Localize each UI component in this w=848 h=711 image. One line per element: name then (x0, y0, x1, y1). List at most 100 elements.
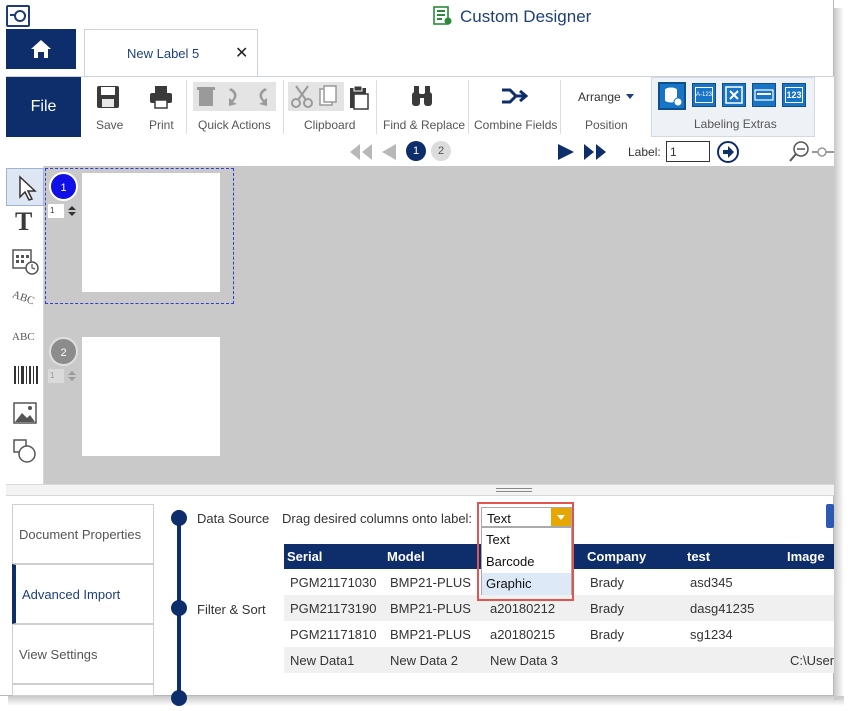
drag-columns-hint: Drag desired columns onto label: (282, 511, 473, 526)
find-replace-label: Find & Replace (383, 118, 466, 132)
barcode-icon (14, 366, 38, 384)
ribbon-separator (560, 80, 561, 134)
datetime-tool[interactable] (6, 242, 44, 280)
curved-text-tool[interactable]: ABC (6, 280, 44, 318)
next-last-page-icons[interactable] (556, 142, 608, 162)
close-tab-icon[interactable]: ✕ (235, 43, 248, 63)
step-filter-sort-dot (171, 600, 187, 616)
table-cell: BMP21-PLUS (390, 627, 471, 642)
label-2-copies[interactable]: 1 (48, 369, 64, 383)
quick-actions-icons[interactable] (193, 82, 276, 111)
label-1-copies[interactable]: 1 (48, 204, 64, 218)
table-cell: a20180212 (490, 601, 556, 616)
arrange-dropdown[interactable]: Arrange (578, 90, 621, 104)
label-1-copies-stepper-icon[interactable] (66, 204, 78, 218)
table-cell: PGM21171030 (290, 575, 377, 590)
table-row: PGM21171810 BMP21-PLUS a20180215 Brady s… (284, 621, 834, 647)
table-cell: asd345 (690, 575, 733, 590)
curved-text-icon: ABC (10, 288, 36, 308)
tab-view-settings[interactable]: View Settings (12, 624, 154, 684)
serialize-icon: A-123 (695, 87, 713, 103)
table-cell: Brady (590, 627, 624, 642)
ribbon-separator (283, 80, 284, 134)
calendar-clock-icon (12, 249, 39, 275)
tab-more[interactable] (12, 684, 154, 696)
ribbon-separator (376, 80, 377, 134)
ribbon-separator (468, 80, 469, 134)
step-next-dot (171, 690, 187, 706)
column-header-company[interactable]: Company (587, 549, 646, 564)
text-tool[interactable]: T (6, 204, 44, 242)
arrange-chevron-down-icon[interactable] (626, 94, 634, 100)
picture-tool[interactable] (6, 394, 44, 432)
ribbon-separator (186, 80, 187, 134)
table-cell: PGM21173190 (290, 601, 377, 616)
combine-fields-icon[interactable] (500, 86, 528, 106)
serialize-button[interactable]: A-123 (692, 83, 716, 107)
label-2-preview[interactable] (82, 337, 220, 456)
tab-document-properties[interactable]: Document Properties (12, 504, 154, 564)
numbering-icon: 123 (785, 87, 803, 103)
table-cell: dasg41235 (690, 601, 755, 616)
column-header-image[interactable]: Image (787, 549, 825, 564)
column-header-test[interactable]: test (687, 549, 710, 564)
fit-text-tool[interactable]: ABC (6, 318, 44, 356)
page-2-indicator[interactable]: 2 (431, 141, 451, 161)
zoom-out-icon[interactable] (788, 140, 834, 164)
designer-icon (433, 6, 452, 25)
window-shadow-bottom (8, 696, 844, 706)
home-button[interactable] (6, 29, 76, 69)
print-icon[interactable] (148, 84, 174, 110)
first-prev-page-icons[interactable] (348, 142, 400, 162)
side-scroll-handle[interactable] (826, 504, 834, 528)
label-2-copies-stepper-icon[interactable] (66, 369, 78, 383)
tab-new-label[interactable]: New Label 5 ✕ (84, 29, 258, 77)
table-cell: Brady (590, 575, 624, 590)
file-button[interactable]: File (6, 77, 81, 137)
clear-fields-icon (725, 86, 743, 104)
data-source-heading: Data Source (197, 511, 270, 526)
barcode-tool[interactable] (6, 356, 44, 394)
barcode-data-button[interactable] (752, 83, 776, 107)
label-1-preview[interactable] (82, 173, 220, 292)
app-icon[interactable] (6, 5, 30, 27)
panel-splitter[interactable] (6, 484, 834, 496)
table-cell: a20180215 (490, 627, 556, 642)
column-header-model[interactable]: Model (387, 549, 425, 564)
image-icon (13, 402, 37, 424)
print-label: Print (149, 118, 174, 132)
numbering-button[interactable]: 123 (782, 83, 806, 107)
table-cell: New Data 3 (490, 653, 558, 668)
label-caption: Label: (628, 145, 661, 159)
paste-icon[interactable] (348, 84, 370, 110)
page-1-indicator[interactable]: 1 (406, 141, 426, 161)
label-1-badge[interactable]: 1 (49, 172, 78, 201)
database-import-button[interactable] (658, 82, 686, 110)
table-cell: BMP21-PLUS (390, 575, 471, 590)
pointer-icon (19, 175, 37, 201)
shapes-icon (13, 439, 36, 463)
label-2-badge[interactable]: 2 (49, 337, 78, 366)
database-icon (665, 87, 683, 107)
table-cell: sg1234 (690, 627, 733, 642)
labeling-extras-label: Labeling Extras (694, 117, 777, 131)
data-matrix-icon (754, 89, 774, 101)
shape-tool[interactable] (6, 432, 44, 470)
table-cell: New Data1 (290, 653, 355, 668)
save-icon[interactable] (95, 84, 121, 110)
go-arrow-icon[interactable] (716, 140, 740, 164)
table-row: New Data1 New Data 2 New Data 3 C:\User (284, 647, 834, 673)
tab-advanced-import[interactable]: Advanced Import (12, 564, 154, 624)
filter-sort-heading: Filter & Sort (197, 602, 266, 617)
column-header-serial[interactable]: Serial (287, 549, 322, 564)
clear-button[interactable] (722, 83, 746, 107)
window-shadow-right (834, 8, 844, 700)
select-tool[interactable] (6, 168, 44, 206)
label-number-input[interactable]: 1 (666, 141, 710, 162)
cut-copy-icons[interactable] (288, 82, 344, 111)
dropdown-highlight-annotation (477, 502, 574, 601)
table-cell: BMP21-PLUS (390, 601, 471, 616)
text-tool-icon: T (15, 207, 33, 236)
binoculars-icon[interactable] (409, 84, 435, 108)
table-cell: New Data 2 (390, 653, 458, 668)
